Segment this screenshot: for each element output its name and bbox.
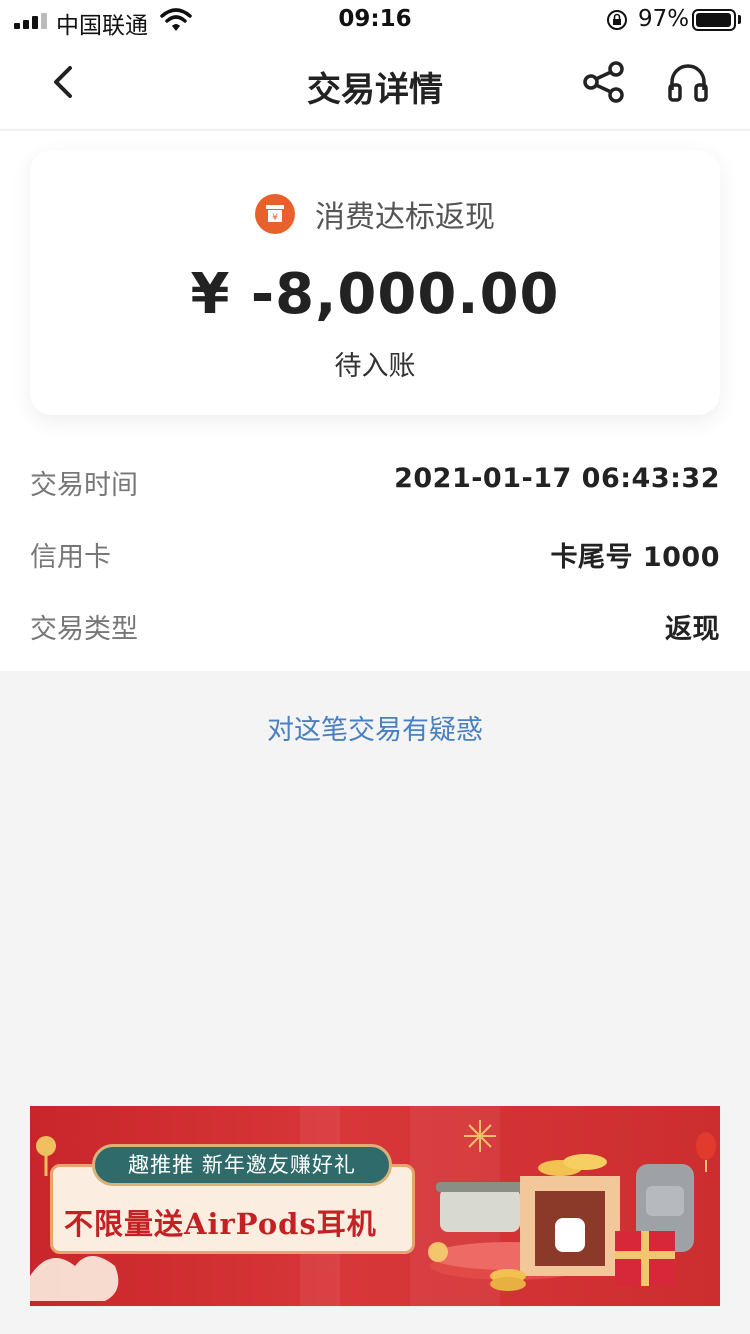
detail-label: 信用卡: [30, 542, 111, 573]
battery-icon: [692, 9, 736, 31]
yen-box-icon: ¥: [255, 194, 295, 234]
transaction-status: 待入账: [334, 351, 416, 382]
navigation-bar: 交易详情: [0, 40, 750, 130]
merchant-name: 消费达标返现: [315, 200, 495, 235]
banner-headline: 不限量送AirPods耳机: [64, 1207, 377, 1241]
detail-label: 交易类型: [30, 614, 138, 645]
merchant-line: ¥ 消费达标返现: [30, 192, 720, 236]
battery-percent: 97%: [638, 6, 690, 32]
detail-value: 返现: [665, 614, 720, 645]
page-title: 交易详情: [307, 70, 443, 110]
detail-row-type: 交易类型 返现: [30, 607, 720, 647]
detail-value: 卡尾号 1000: [550, 542, 720, 573]
rotation-lock-icon: [607, 10, 627, 30]
dispute-link[interactable]: 对这笔交易有疑惑: [0, 708, 750, 747]
promo-banner[interactable]: 趣推推 新年邀友赚好礼 不限量送AirPods耳机: [30, 1106, 720, 1306]
status-bar: 中国联通 09:16 97%: [0, 0, 750, 40]
share-icon[interactable]: [582, 60, 626, 104]
merchant-row: ¥ 消费达标返现: [255, 192, 495, 236]
banner-tag: 趣推推 新年邀友赚好礼: [92, 1144, 392, 1186]
detail-row-card: 信用卡 卡尾号 1000: [30, 535, 720, 575]
svg-text:¥: ¥: [272, 213, 278, 223]
detail-value: 2021-01-17 06:43:32: [394, 463, 720, 494]
detail-row-time: 交易时间 2021-01-17 06:43:32: [30, 463, 720, 503]
battery-cap: [738, 15, 741, 24]
transaction-summary-card: ¥ 消费达标返现 ¥ -8,000.00 待入账: [30, 150, 720, 415]
transaction-amount: ¥ -8,000.00: [190, 262, 560, 327]
headphones-icon[interactable]: [666, 60, 710, 104]
detail-label: 交易时间: [30, 470, 138, 501]
